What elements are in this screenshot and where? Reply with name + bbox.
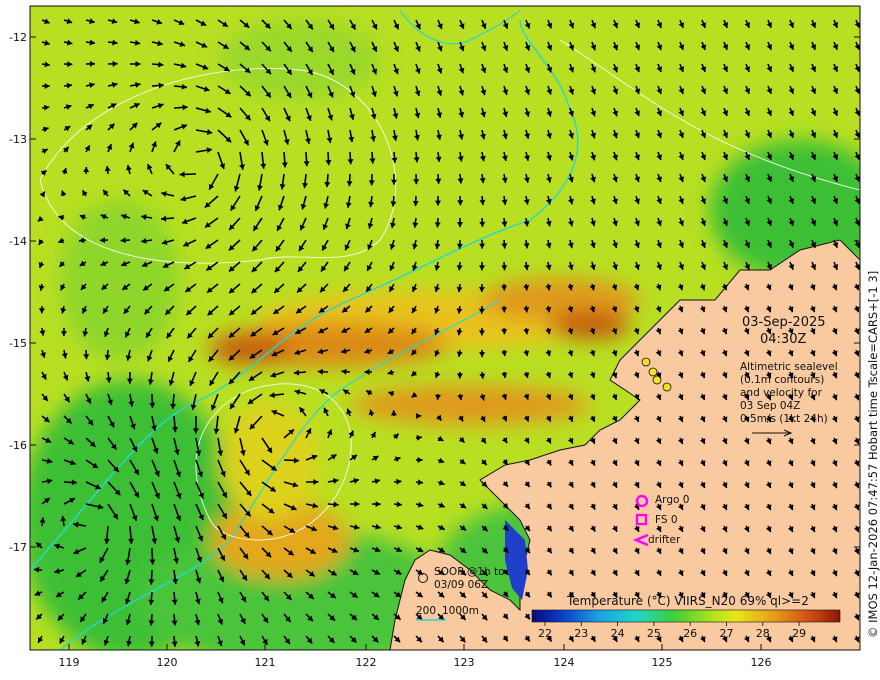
soop-legend-time: 03/09 06Z [434, 579, 489, 591]
buoy-marker [641, 357, 651, 367]
altimetry-line: (0.1m contours) [740, 374, 825, 386]
altimetry-line: 03 Sep 04Z [740, 400, 801, 412]
lon-tick-label: 126 [751, 656, 772, 669]
contour-1000-label: 1000m [442, 605, 479, 617]
colorbar-tick-label: 23 [574, 627, 588, 640]
altimetry-line: and velocity for [740, 387, 822, 399]
altimetry-line: 0.5m/s (1kt 24h) [740, 413, 828, 425]
colorbar-tick-label: 22 [538, 627, 552, 640]
lat-tick-label: -17 [9, 541, 27, 554]
lon-tick-label: 123 [454, 656, 475, 669]
lon-tick-label: 122 [356, 656, 377, 669]
drifter-legend-label: drifter [648, 534, 681, 546]
lat-tick-label: -15 [9, 337, 27, 350]
lat-tick-label: -13 [9, 133, 27, 146]
fs-legend-label: FS 0 [655, 514, 678, 526]
colorbar-tick-label: 27 [720, 627, 734, 640]
map-date: 03-Sep-2025 [742, 315, 826, 330]
lon-tick-label: 121 [255, 656, 276, 669]
colorbar [531, 609, 841, 623]
sst-map-figure: -12 -13 -14 -15 -16 -17 119 120 121 122 123 124 125… [0, 0, 880, 680]
colorbar-title: Temperature (°C) VIIRS_N20 69% ql>=2 [567, 594, 809, 608]
buoy-marker [662, 382, 672, 392]
lon-tick-label: 120 [157, 656, 178, 669]
altimetry-line: Altimetric sealevel [740, 361, 838, 373]
copyright-notice: © IMOS 12-Jan-2026 07:47:57 Hobart time … [866, 270, 880, 638]
colorbar-tick-label: 24 [611, 627, 625, 640]
soop-legend-label: SOOP @1h to [434, 566, 505, 578]
map-plot: -12 -13 -14 -15 -16 -17 119 120 121 122 123 124 125… [9, 5, 861, 669]
buoy-marker [648, 367, 658, 377]
buoy-marker [652, 375, 662, 385]
map-time: 04:30Z [760, 332, 807, 347]
argo-legend-label: Argo 0 [655, 494, 690, 506]
lat-tick-label: -16 [9, 439, 27, 452]
colorbar-tick-label: 25 [647, 627, 661, 640]
contour-200-label: 200 [416, 605, 437, 617]
lon-tick-label: 124 [554, 656, 575, 669]
lon-tick-label: 125 [652, 656, 673, 669]
lon-tick-label: 119 [59, 656, 80, 669]
lat-tick-label: -14 [9, 235, 27, 248]
lat-tick-label: -12 [9, 31, 27, 44]
colorbar-tick-label: 29 [792, 627, 806, 640]
colorbar-tick-label: 26 [683, 627, 697, 640]
colorbar-tick-label: 28 [756, 627, 770, 640]
